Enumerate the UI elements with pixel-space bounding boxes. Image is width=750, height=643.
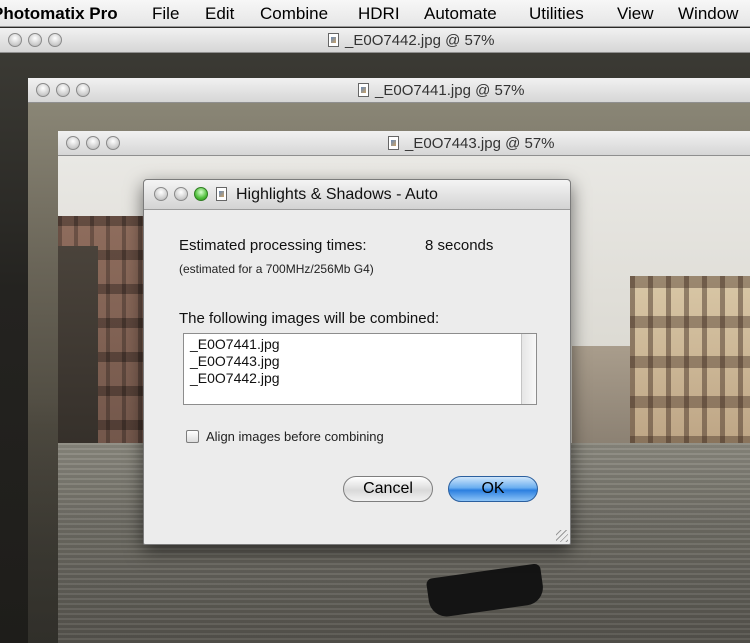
document-icon (358, 83, 369, 97)
window-title: _E0O7443.jpg @ 57% (405, 135, 555, 152)
processing-time-label: Estimated processing times: (179, 237, 367, 254)
window-titlebar[interactable]: _E0O7441.jpg @ 57% (28, 78, 750, 103)
list-scrollbar[interactable] (521, 334, 536, 404)
align-images-checkbox[interactable] (186, 430, 199, 443)
menu-view[interactable]: View (617, 4, 654, 24)
cancel-button[interactable]: Cancel (343, 476, 433, 502)
window-title: _E0O7441.jpg @ 57% (375, 82, 525, 99)
images-list-label: The following images will be combined: (179, 310, 440, 327)
ok-button[interactable]: OK (448, 476, 538, 502)
close-button[interactable] (66, 136, 80, 150)
document-icon (388, 136, 399, 150)
close-button[interactable] (8, 33, 22, 47)
menu-utilities[interactable]: Utilities (529, 4, 584, 24)
zoom-button[interactable] (106, 136, 120, 150)
list-item[interactable]: _E0O7443.jpg (190, 353, 280, 369)
menu-app-name[interactable]: Photomatix Pro (0, 4, 118, 24)
align-images-label[interactable]: Align images before combining (206, 429, 384, 444)
list-item[interactable]: _E0O7442.jpg (190, 370, 280, 386)
menu-bar: Photomatix Pro File Edit Combine HDRI Au… (0, 0, 750, 27)
dialog-title: Highlights & Shadows - Auto (236, 186, 438, 203)
window-titlebar[interactable]: _E0O7442.jpg @ 57% (0, 28, 750, 53)
zoom-button[interactable] (76, 83, 90, 97)
processing-time-value: 8 seconds (425, 237, 494, 254)
minimize-button[interactable] (28, 33, 42, 47)
menu-combine[interactable]: Combine (260, 4, 328, 24)
minimize-button[interactable] (174, 187, 188, 201)
window-titlebar[interactable]: _E0O7443.jpg @ 57% (58, 131, 750, 156)
images-list[interactable]: _E0O7441.jpg _E0O7443.jpg _E0O7442.jpg (183, 333, 537, 405)
document-icon (328, 33, 339, 47)
zoom-button[interactable] (194, 187, 208, 201)
minimize-button[interactable] (56, 83, 70, 97)
minimize-button[interactable] (86, 136, 100, 150)
menu-window[interactable]: Window (678, 4, 738, 24)
close-button[interactable] (36, 83, 50, 97)
menu-edit[interactable]: Edit (205, 4, 234, 24)
document-icon (216, 187, 227, 201)
processing-time-note: (estimated for a 700MHz/256Mb G4) (179, 262, 374, 276)
menu-file[interactable]: File (152, 4, 179, 24)
highlights-shadows-dialog: Highlights & Shadows - Auto Estimated pr… (143, 179, 571, 545)
window-controls (8, 33, 68, 51)
dialog-window-controls (154, 187, 214, 206)
window-title: _E0O7442.jpg @ 57% (345, 32, 495, 49)
menu-hdri[interactable]: HDRI (358, 4, 400, 24)
dialog-titlebar[interactable]: Highlights & Shadows - Auto (144, 180, 570, 210)
window-controls (36, 83, 96, 101)
zoom-button[interactable] (48, 33, 62, 47)
window-controls (66, 136, 126, 154)
list-item[interactable]: _E0O7441.jpg (190, 336, 280, 352)
close-button[interactable] (154, 187, 168, 201)
resize-grip[interactable] (556, 530, 568, 542)
menu-automate[interactable]: Automate (424, 4, 497, 24)
